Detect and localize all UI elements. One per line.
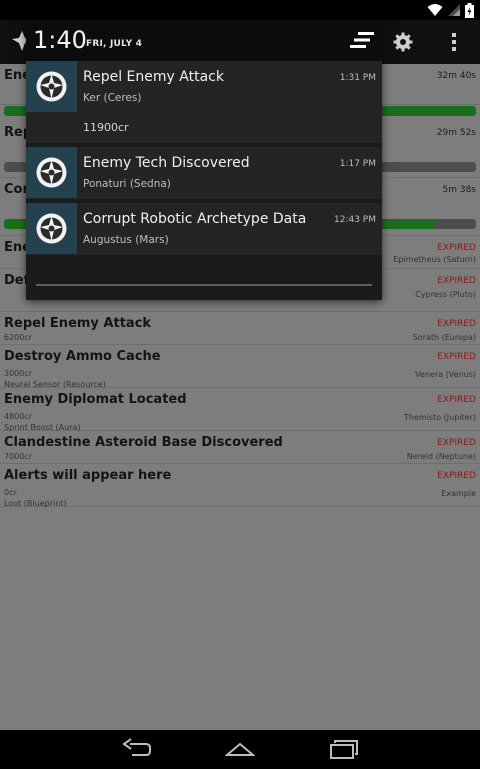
recents-icon[interactable] [329,738,359,760]
signal-icon [448,4,460,16]
notification-time: 1:17 PM [339,159,376,169]
alert-location: Example [441,489,476,498]
notification-app-icon [26,147,77,198]
notification-shade[interactable]: 1:40 FRI, JULY 4 Repel Enemy Attack Ker … [26,20,382,300]
alert-status: EXPIRED [437,319,476,329]
notification-subtitle: Ponaturi (Sedna) [83,178,171,190]
overflow-menu-icon[interactable] [451,32,457,52]
alert-row[interactable]: Destroy Ammo Cache 3000cr Neural Sensor … [0,345,480,389]
wifi-icon [427,4,443,16]
clock-date: FRI, JULY 4 [86,39,143,49]
notification-title: Enemy Tech Discovered [83,155,250,171]
alert-row[interactable]: Clandestine Asteroid Base Discovered 700… [0,431,480,464]
navigation-bar [0,730,480,769]
notification-time: 1:31 PM [339,73,376,83]
alert-location: Epimetheus (Saturn) [393,255,476,264]
alert-status: EXPIRED [437,276,476,286]
alert-credits: 4800cr [4,412,33,421]
alert-status: EXPIRED [437,352,476,362]
alert-row[interactable]: Repel Enemy Attack 6200cr EXPIRED Sorath… [0,312,480,345]
notification-subtitle: Augustus (Mars) [83,234,169,246]
warframe-logo-icon [36,71,67,102]
alert-status: 32m 40s [436,71,476,81]
alert-status: EXPIRED [437,243,476,253]
alert-location: Themisto (Jupiter) [404,413,476,422]
settings-icon[interactable] [393,32,413,52]
notification-app-icon [26,203,77,254]
alert-credits: 0cr [4,488,17,497]
notification-time: 12:43 PM [334,215,376,225]
notification-title: Repel Enemy Attack [83,69,224,85]
alert-status: EXPIRED [437,395,476,405]
notification-expanded: 11900cr [26,113,382,143]
notification-item[interactable]: Repel Enemy Attack Ker (Ceres) 1:31 PM 1… [26,61,382,143]
alert-status: EXPIRED [437,438,476,448]
alert-location: Sorath (Europa) [412,333,476,342]
alert-credits: 7000cr [4,452,33,461]
alert-title: Enemy Diplomat Located [4,392,187,407]
notification-item[interactable]: Enemy Tech Discovered Ponaturi (Sedna) 1… [26,147,382,199]
alert-status: 5m 38s [442,185,477,195]
notification-expanded-text: 11900cr [83,121,129,134]
alert-title: Destroy Ammo Cache [4,349,161,364]
clear-all-icon[interactable] [350,31,374,49]
home-icon[interactable] [225,738,255,760]
notification-app-icon [26,61,77,112]
notification-item[interactable]: Corrupt Robotic Archetype Data Augustus … [26,203,382,255]
alert-title: Alerts will appear here [4,468,172,483]
notification-subtitle: Ker (Ceres) [83,92,142,104]
alert-status: EXPIRED [437,471,476,481]
alert-credits: 3000cr [4,369,33,378]
back-icon[interactable] [122,738,152,760]
alert-row[interactable]: Enemy Diplomat Located 4800cr Sprint Boo… [0,388,480,432]
alert-location: Cypress (Pluto) [415,290,476,299]
alert-credits: 6200cr [4,333,33,342]
status-bar [0,0,480,20]
alert-reward: Loot (Blueprint) [4,499,67,508]
shade-drag-handle[interactable] [36,284,372,286]
shade-header: 1:40 FRI, JULY 4 [26,20,382,61]
warframe-logo-icon [36,157,67,188]
alert-location: Nereid (Neptune) [406,452,476,461]
battery-icon [465,2,474,18]
alert-title: Clandestine Asteroid Base Discovered [4,435,283,450]
warframe-logo-icon [36,213,67,244]
clock-time: 1:40 [33,26,87,54]
alert-row[interactable]: Alerts will appear here 0cr Loot (Bluepr… [0,464,480,508]
alert-location: Venera (Venus) [415,370,476,379]
notification-title: Corrupt Robotic Archetype Data [83,211,307,227]
alert-title: Repel Enemy Attack [4,316,152,331]
alert-status: 29m 52s [436,128,476,138]
